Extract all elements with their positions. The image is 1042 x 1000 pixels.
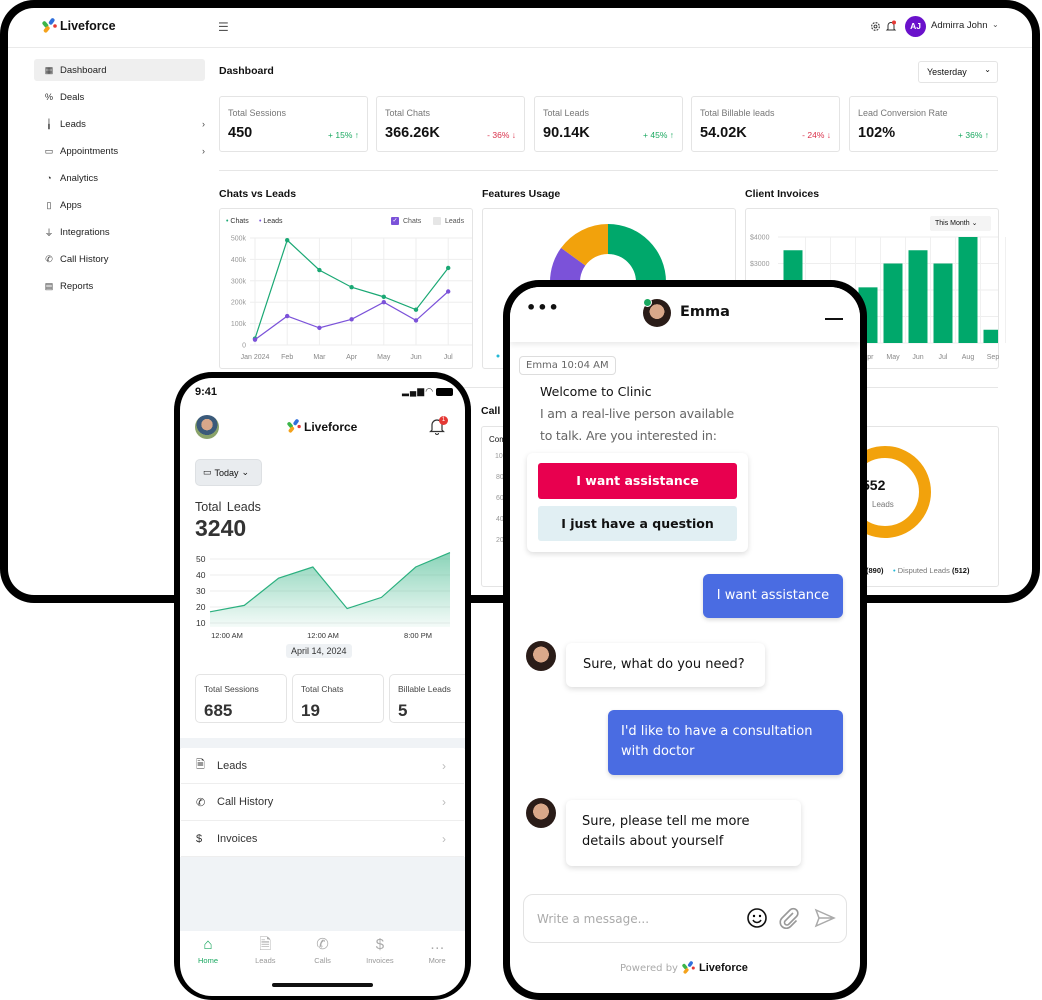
stat-label: Billable Leads — [398, 684, 451, 694]
send-icon[interactable] — [814, 908, 836, 928]
y-tick-label: 50 — [196, 554, 206, 564]
x-tick-label: 8:00 PM — [404, 631, 432, 640]
stat-value: 19 — [301, 701, 320, 720]
legend-item-disputed-leads: • Disputed Leads (512) — [893, 566, 970, 575]
chat-screen: ••• Emma Emma 10:04 AM Welcome to Clinic… — [510, 287, 860, 993]
x-tick-label: 12:00 AM — [211, 631, 243, 640]
agent-message: Sure, please tell me more details about … — [566, 800, 801, 866]
agent-avatar — [526, 641, 556, 671]
menu-row-label: Call History — [217, 796, 274, 808]
area-fill — [210, 552, 450, 627]
bar-sep[interactable] — [983, 329, 999, 343]
bar-jun[interactable] — [908, 250, 928, 343]
menu-row-label: Invoices — [217, 832, 258, 845]
option-want-assistance-button[interactable]: I want assistance — [538, 463, 737, 499]
chevron-right-icon: › — [442, 795, 446, 809]
chevron-right-icon: › — [442, 758, 446, 773]
invoices-period-select[interactable]: This Month ⌄ — [930, 216, 991, 231]
y-tick-label: $4000 — [750, 235, 770, 242]
bar-may[interactable] — [883, 263, 903, 344]
x-tick-label: Jun — [912, 354, 923, 361]
call-section-title: Call — [481, 405, 501, 417]
agent-name: Emma — [680, 304, 730, 320]
user-message: I want assistance — [703, 574, 843, 618]
chevron-right-icon: › — [442, 831, 446, 846]
x-tick-label: Sep — [987, 354, 1000, 361]
y-tick-label: 40 — [196, 570, 206, 580]
invoice-icon: $ — [196, 832, 203, 845]
legend-item: (890) — [866, 566, 884, 575]
message-timestamp: Emma 10:04 AM — [519, 356, 616, 375]
tab-label: Leads — [255, 956, 276, 965]
x-tick-label: Aug — [962, 354, 975, 361]
tab-calls[interactable]: ✆ Calls — [298, 936, 348, 965]
tab-invoices[interactable]: $ Invoices — [355, 936, 405, 965]
online-status-dot — [643, 298, 652, 307]
tab-leads[interactable]: 🗎 Leads — [240, 936, 290, 965]
phone-call-icon: ✆ — [196, 796, 206, 809]
leads-donut-label: Leads — [872, 500, 894, 509]
x-tick-label: 12:00 AM — [307, 631, 339, 640]
agent-avatar — [526, 798, 556, 828]
y-tick-label: 20 — [196, 602, 206, 612]
bar-aug[interactable] — [958, 237, 978, 343]
liveforce-logo-icon — [682, 961, 695, 974]
x-tick-label: May — [886, 354, 900, 361]
stat-label: Total Chats — [301, 684, 344, 694]
tab-label: Home — [197, 956, 218, 965]
document-icon: 🗎 — [196, 759, 205, 771]
tab-label: Invoices — [366, 956, 394, 965]
more-icon: … — [429, 936, 445, 953]
stat-value: 685 — [204, 701, 233, 720]
home-indicator[interactable] — [272, 983, 373, 987]
bar-jul[interactable] — [933, 263, 953, 344]
message-input-placeholder: Write a message... — [537, 912, 650, 926]
welcome-text: Welcome to Clinic — [540, 384, 652, 399]
stat-value: 5 — [398, 701, 408, 720]
empty-area — [180, 857, 465, 931]
stat-label: Total Sessions — [204, 684, 259, 694]
menu-row-label: Leads — [217, 759, 247, 772]
user-message: I'd like to have a consultation with doc… — [608, 710, 843, 775]
menu-row-call-history[interactable]: ✆ Call History › — [181, 784, 464, 821]
y-tick-label: 10 — [196, 618, 206, 628]
mobile-screen: 9:41 ▂▄▆◠ Liveforce 1 ▭ Today ⌄ Total Lead… — [180, 378, 465, 996]
phone-icon: ✆ — [316, 936, 329, 953]
tab-more[interactable]: … More — [412, 936, 462, 965]
more-options-icon[interactable]: ••• — [526, 298, 560, 317]
option-question-button[interactable]: I just have a question — [538, 506, 737, 541]
tab-label: Calls — [314, 956, 331, 965]
intro-text-line1: I am a real-live person available — [540, 406, 734, 421]
brand-name: Liveforce — [698, 962, 748, 974]
menu-row-invoices[interactable]: $ Invoices › — [181, 821, 464, 857]
tab-label: More — [428, 956, 446, 965]
document-icon: 🗎 — [259, 936, 272, 953]
powered-by-label: Powered by — [620, 962, 678, 974]
agent-message: Sure, what do you need? — [566, 643, 765, 687]
attachment-icon[interactable] — [778, 906, 800, 930]
chart-date-pill: April 14, 2024 — [286, 644, 352, 658]
minimize-button[interactable] — [825, 318, 843, 320]
powered-by: Powered by Liveforce — [620, 961, 748, 975]
y-tick-label: 30 — [196, 586, 206, 596]
emoji-icon[interactable] — [746, 907, 768, 929]
chevron-down-icon: ⌄ — [971, 220, 978, 227]
invoices-period-value: This Month — [935, 220, 970, 227]
tab-home[interactable]: ⌂ Home — [183, 936, 233, 965]
mobile-stat-total-chats[interactable]: Total Chats 19 — [292, 674, 384, 723]
mobile-stat-billable-leads[interactable]: Billable Leads 5 — [389, 674, 465, 723]
home-icon: ⌂ — [203, 936, 213, 953]
x-tick-label: Jul — [939, 354, 948, 361]
menu-row-leads[interactable]: 🗎 Leads › — [181, 748, 464, 784]
invoice-icon: $ — [375, 936, 385, 953]
intro-text-line2: to talk. Are you interested in: — [540, 428, 717, 443]
y-tick-label: $3000 — [750, 261, 770, 268]
mobile-stat-total-sessions[interactable]: Total Sessions 685 — [195, 674, 287, 723]
